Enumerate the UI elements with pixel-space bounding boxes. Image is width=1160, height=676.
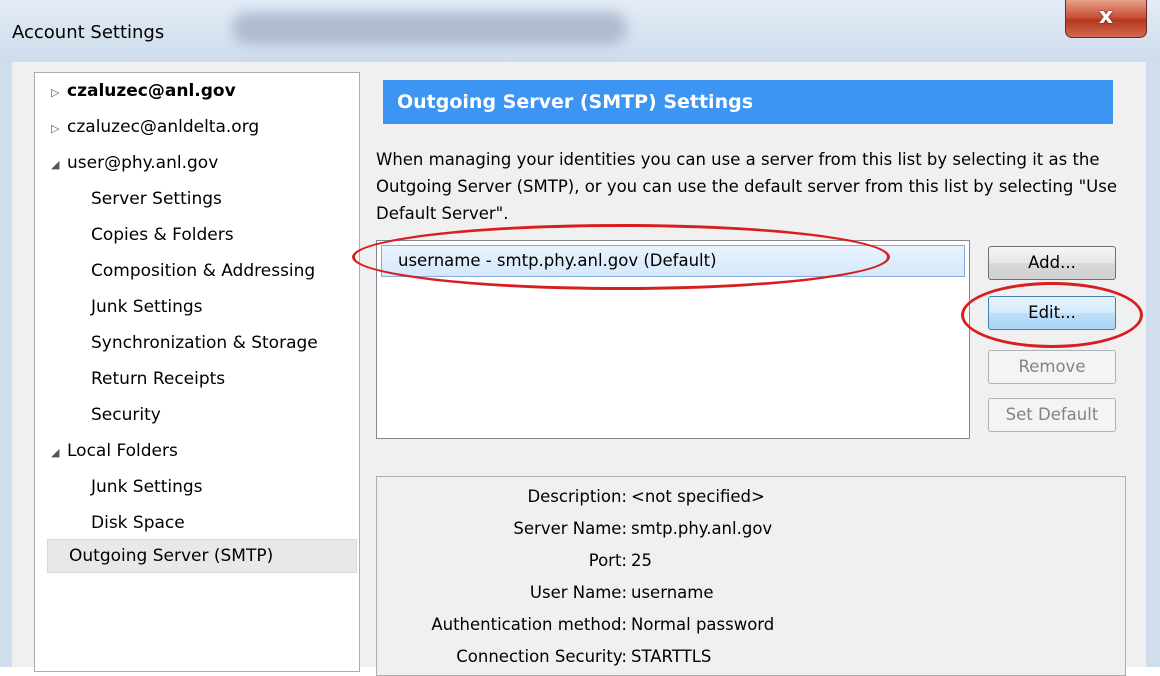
tree-item-account-czaluzec-anl[interactable]: ▷ czaluzec@anl.gov: [51, 75, 236, 107]
tree-item-return-receipts[interactable]: Return Receipts: [91, 363, 225, 395]
account-tree[interactable]: ▷ czaluzec@anl.gov ▷ czaluzec@anldelta.org…: [34, 72, 360, 672]
tree-item-outgoing-server[interactable]: Outgoing Server (SMTP): [69, 540, 273, 572]
tree-item-account-user-phy[interactable]: ◢ user@phy.anl.gov: [51, 147, 218, 179]
tree-item-composition-addressing[interactable]: Composition & Addressing: [91, 255, 315, 287]
detail-row-port: Port: 25: [588, 551, 652, 570]
detail-row-description: Description: <not specified>: [527, 487, 765, 506]
remove-button[interactable]: Remove: [988, 350, 1116, 384]
close-button[interactable]: x: [1065, 0, 1147, 38]
server-details-panel: Description: <not specified> Server Name…: [376, 476, 1126, 676]
expand-arrow-icon[interactable]: ▷: [51, 77, 67, 109]
tree-item-disk-space[interactable]: Disk Space: [91, 507, 185, 539]
collapse-arrow-icon[interactable]: ◢: [51, 437, 67, 469]
detail-row-auth-method: Authentication method: Normal password: [431, 615, 775, 634]
tree-item-junk-settings[interactable]: Junk Settings: [91, 291, 203, 323]
add-button[interactable]: Add...: [988, 246, 1116, 280]
detail-row-user-name: User Name: username: [529, 583, 714, 602]
title-bar: Account Settings x: [0, 0, 1160, 62]
tree-item-security[interactable]: Security: [91, 399, 161, 431]
redacted-email: [232, 12, 627, 44]
page-title: Outgoing Server (SMTP) Settings: [383, 80, 1113, 124]
expand-arrow-icon[interactable]: ▷: [51, 113, 67, 145]
detail-row-server-name: Server Name: smtp.phy.anl.gov: [513, 519, 773, 538]
tree-item-server-settings[interactable]: Server Settings: [91, 183, 222, 215]
detail-row-connection-security: Connection Security: STARTTLS: [456, 647, 712, 666]
window-frame-right: [1146, 62, 1160, 667]
smtp-description: When managing your identities you can us…: [376, 150, 1117, 223]
annotation-ellipse-server: [352, 224, 890, 290]
tree-item-local-junk-settings[interactable]: Junk Settings: [91, 471, 203, 503]
tree-item-copies-folders[interactable]: Copies & Folders: [91, 219, 234, 251]
tree-item-local-folders[interactable]: ◢ Local Folders: [51, 435, 178, 467]
tree-item-account-czaluzec-anldelta[interactable]: ▷ czaluzec@anldelta.org: [51, 111, 259, 143]
set-default-button[interactable]: Set Default: [988, 398, 1116, 432]
collapse-arrow-icon[interactable]: ◢: [51, 149, 67, 181]
window-frame-left: [0, 62, 12, 667]
tree-item-synchronization-storage[interactable]: Synchronization & Storage: [91, 327, 318, 359]
annotation-ellipse-edit: [961, 282, 1143, 348]
window-title: Account Settings: [12, 22, 165, 43]
